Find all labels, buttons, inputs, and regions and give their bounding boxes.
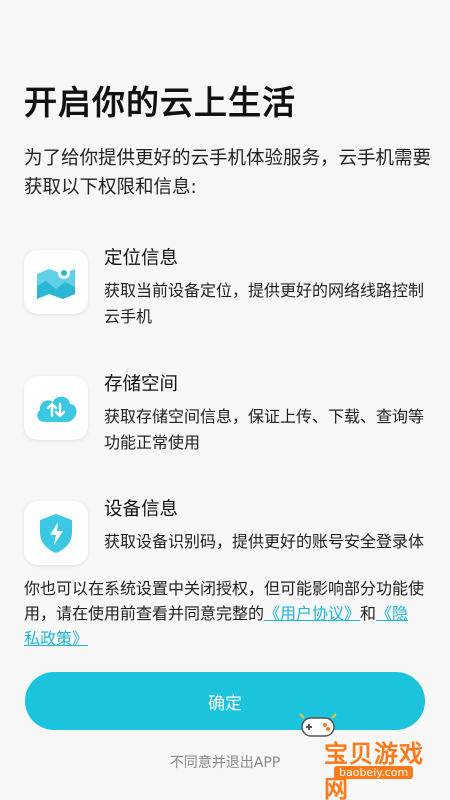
permission-desc: 获取当前设备定位，提供更好的网络线路控制云手机 [104, 281, 425, 326]
watermark-logo: 宝贝游戏网 baobeiy.com [290, 708, 440, 800]
conjunction-text: 和 [360, 604, 377, 623]
permission-desc: 获取存储空间信息，保证上传、下载、查询等功能正常使用 [104, 407, 425, 452]
consent-note: 你也可以在系统设置中关闭授权，但可能影响部分功能使用，请在使用前查看并同意完整的… [24, 576, 424, 651]
security-shield-icon [24, 501, 88, 565]
watermark-url: baobeiy.com [334, 766, 414, 779]
cloud-storage-icon [24, 376, 88, 440]
intro-text: 为了给你提供更好的云手机体验服务，云手机需要获取以下权限和信息: [24, 148, 432, 198]
location-map-icon [24, 250, 88, 314]
permission-desc: 获取设备识别码，提供更好的账号安全登录体 [104, 532, 425, 551]
page-title: 开启你的云上生活 [24, 83, 296, 122]
permission-title: 定位信息 [104, 248, 179, 269]
permission-title: 设备信息 [104, 499, 179, 520]
user-agreement-link[interactable]: 《用户协议》 [264, 604, 360, 623]
permission-title: 存储空间 [104, 374, 179, 395]
